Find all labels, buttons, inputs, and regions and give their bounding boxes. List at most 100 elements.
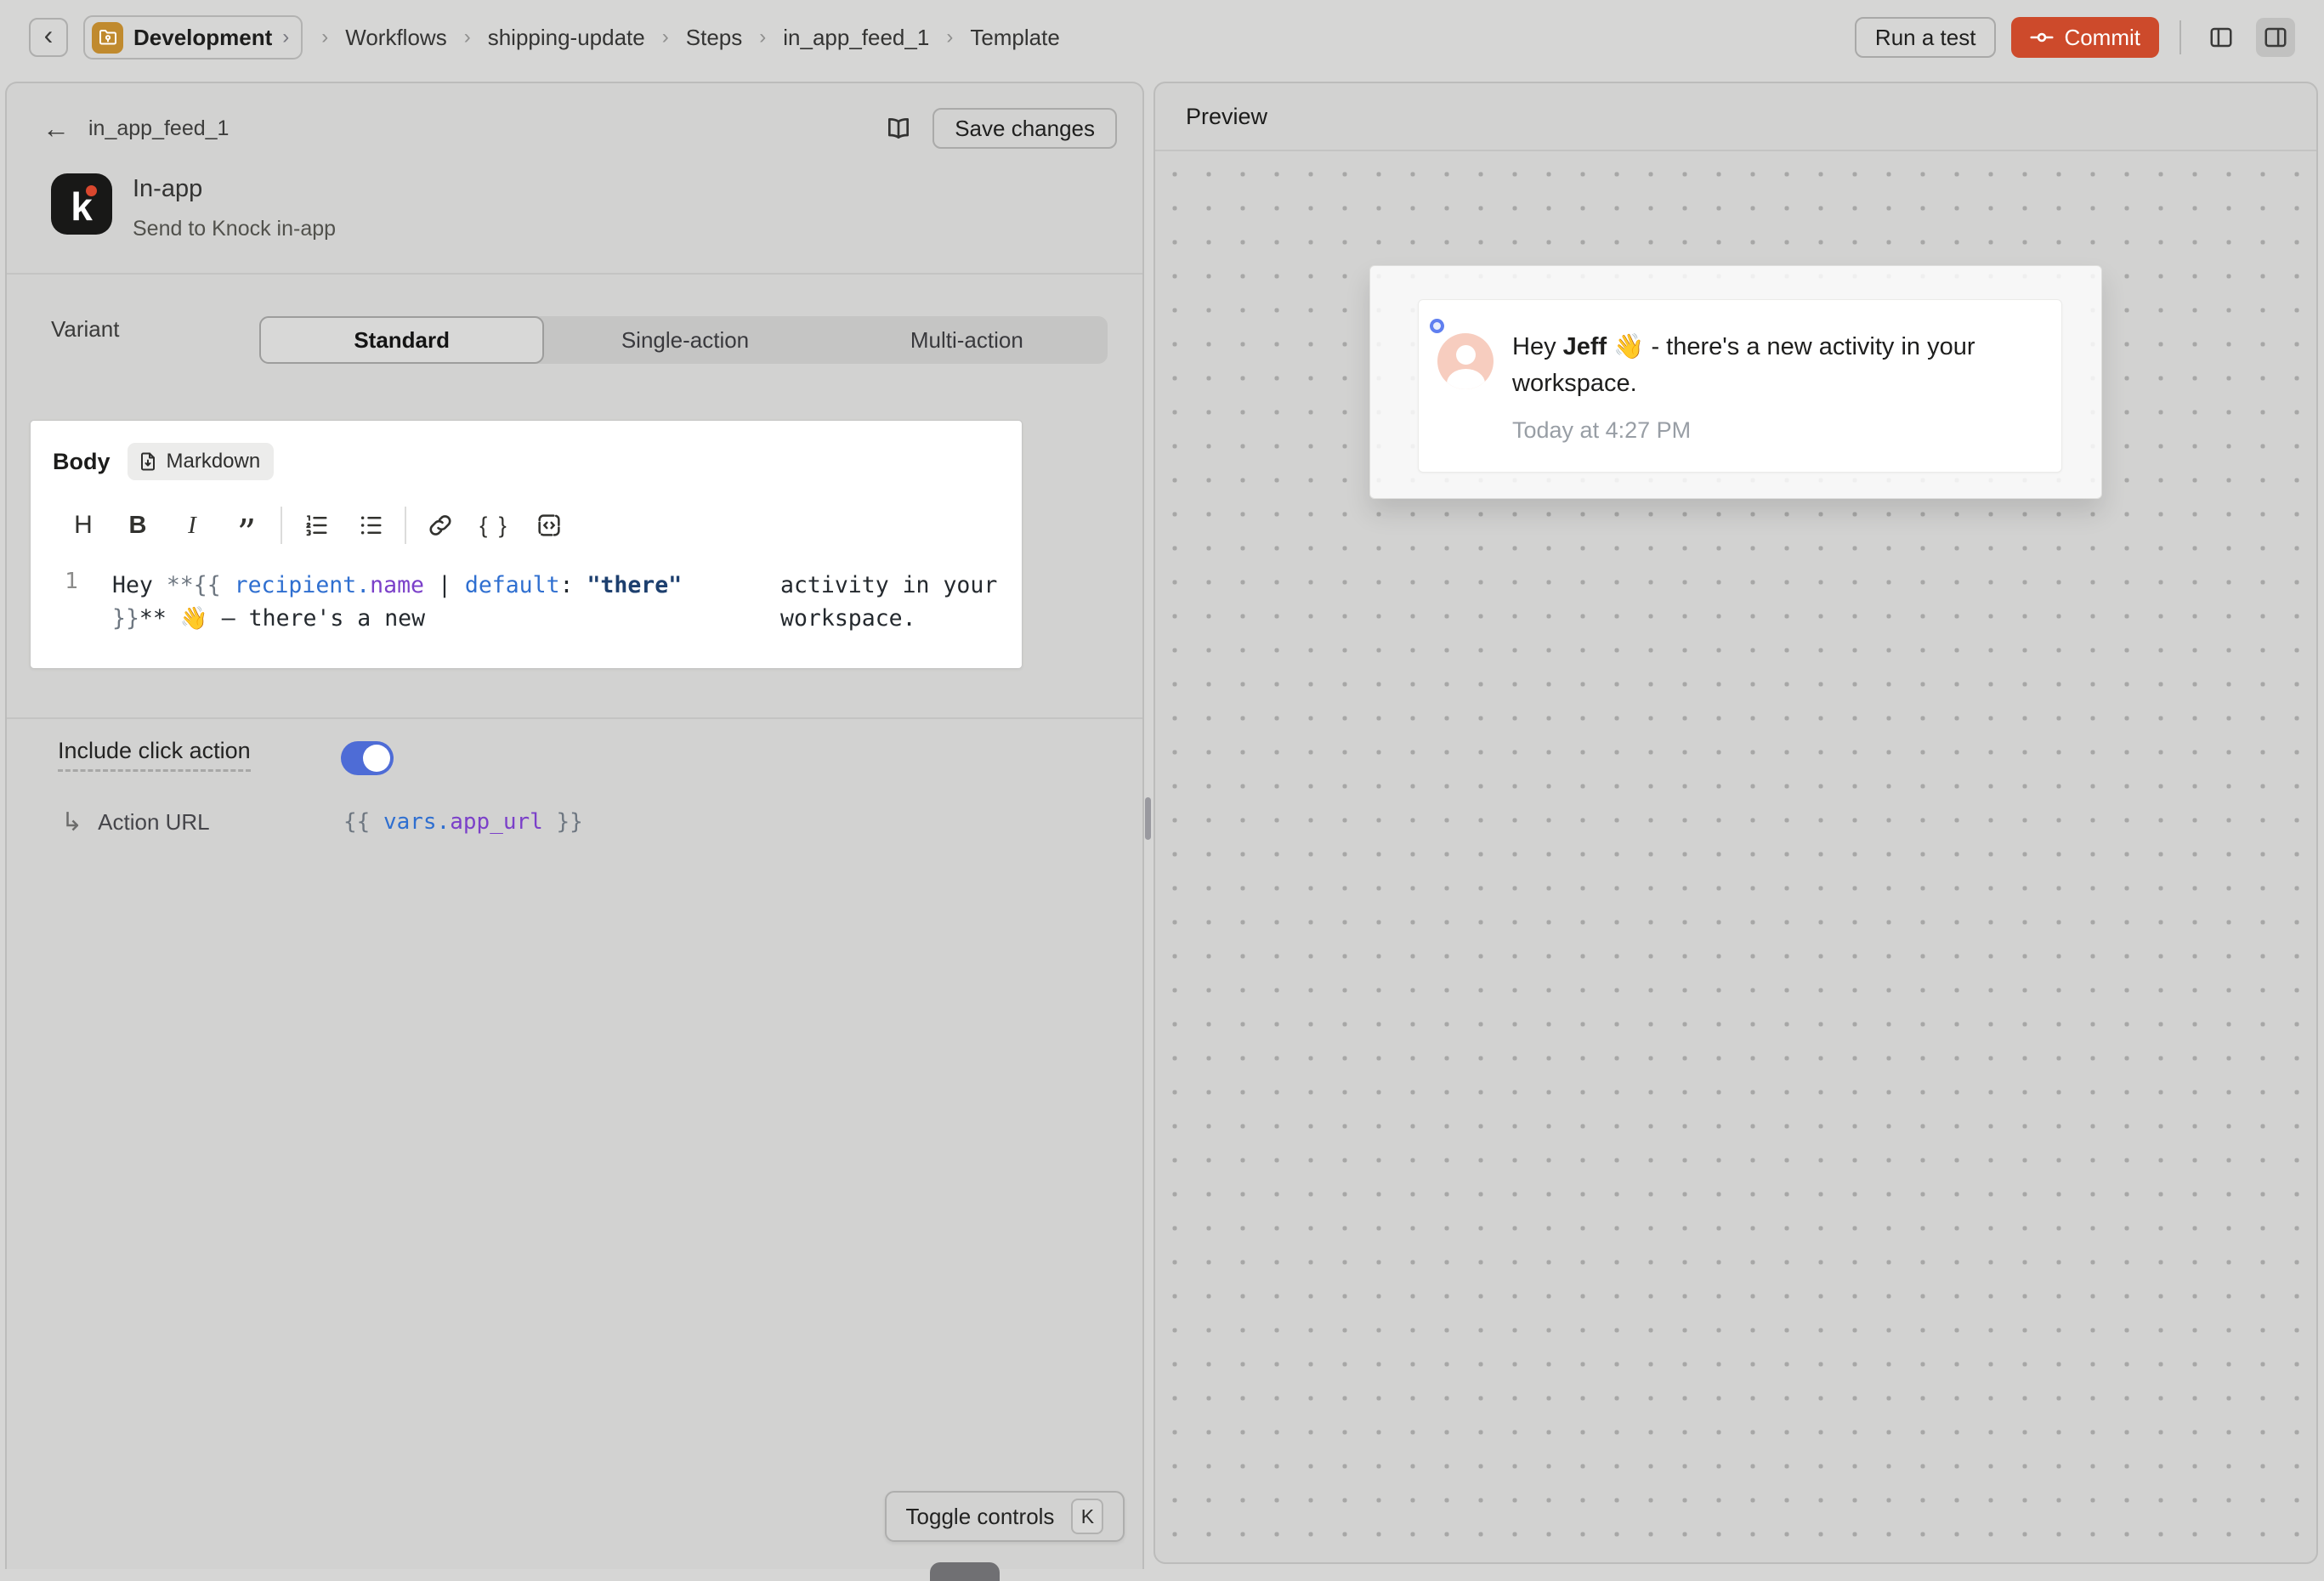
- section-divider: [7, 273, 1142, 275]
- avatar-person-icon: [1456, 345, 1476, 365]
- keyboard-shortcut-badge: K: [1071, 1499, 1103, 1534]
- toggle-knob: [363, 745, 390, 772]
- environment-chevron-icon: ›: [282, 26, 289, 49]
- notification-message: Hey Jeff 👋 - there's a new activity in y…: [1512, 329, 2022, 402]
- environment-switcher[interactable]: Development ›: [83, 15, 303, 60]
- git-commit-icon: [2030, 26, 2054, 49]
- file-arrow-down-icon: [138, 451, 158, 472]
- code-line: 1Hey **{{ recipient.name | default: "the…: [31, 569, 699, 635]
- body-editor-card: Body Markdown H B I ”: [30, 420, 1023, 669]
- preview-header: Preview: [1155, 83, 2316, 151]
- editor-back-arrow-icon[interactable]: ←: [43, 113, 77, 144]
- knock-logo-dot: [86, 185, 97, 196]
- action-url-value[interactable]: {{ vars.app_url }}: [343, 809, 583, 835]
- breadcrumb-separator: ›: [759, 26, 766, 49]
- breadcrumb-item-in_app_feed_1[interactable]: in_app_feed_1: [783, 25, 929, 51]
- code-token: {{: [343, 809, 383, 835]
- code-token: }}: [543, 809, 583, 835]
- bullet-list-icon[interactable]: [343, 513, 398, 538]
- variant-option-multi-action[interactable]: Multi-action: [826, 316, 1108, 364]
- italic-icon[interactable]: I: [165, 512, 219, 540]
- variant-label: Variant: [51, 316, 119, 343]
- blockquote-icon[interactable]: ”: [219, 508, 274, 542]
- breadcrumb-item-Template[interactable]: Template: [970, 25, 1060, 51]
- line-number: 1: [31, 569, 112, 635]
- code-line: activity in your workspace.: [699, 569, 1005, 635]
- breadcrumb-item-Workflows[interactable]: Workflows: [345, 25, 446, 51]
- code-token: vars.: [383, 809, 450, 835]
- variant-option-standard[interactable]: Standard: [259, 316, 544, 364]
- action-url-label: Action URL: [98, 809, 210, 836]
- body-code-editor[interactable]: 1Hey **{{ recipient.name | default: "the…: [31, 545, 1022, 635]
- docs-button[interactable]: [878, 108, 919, 149]
- preview-title: Preview: [1186, 104, 1267, 130]
- breadcrumb-item-shipping-update[interactable]: shipping-update: [488, 25, 645, 51]
- bold-icon[interactable]: B: [111, 512, 165, 540]
- code-token: **: [139, 605, 167, 632]
- commit-button[interactable]: Commit: [2011, 17, 2159, 58]
- panel-resize-handle[interactable]: [1145, 797, 1151, 840]
- breadcrumb-separator: ›: [946, 26, 953, 49]
- variant-option-single-action[interactable]: Single-action: [544, 316, 825, 364]
- run-a-test-button[interactable]: Run a test: [1855, 17, 1997, 58]
- save-changes-label: Save changes: [955, 116, 1095, 142]
- editor-header: ← in_app_feed_1 Save changes: [7, 83, 1142, 173]
- recipient-name: Jeff: [1563, 333, 1607, 360]
- notification-timestamp: Today at 4:27 PM: [1512, 417, 1691, 444]
- notification-card[interactable]: Hey Jeff 👋 - there's a new activity in y…: [1418, 299, 2062, 473]
- variable-braces-icon[interactable]: { }: [468, 513, 522, 539]
- breadcrumb-separator: ›: [464, 26, 471, 49]
- toggle-controls-label: Toggle controls: [906, 1504, 1055, 1530]
- bottom-toast-peek: [930, 1562, 1000, 1581]
- channel-subtitle: Send to Knock in-app: [133, 217, 336, 241]
- variant-row: Variant StandardSingle-actionMulti-actio…: [7, 316, 1142, 343]
- breadcrumb: ›Workflows›shipping-update›Steps›in_app_…: [321, 25, 1060, 51]
- line-number: [699, 569, 780, 635]
- include-click-action-label: Include click action: [58, 738, 251, 772]
- toolbar-divider: [281, 507, 282, 544]
- code-token: Hey: [112, 572, 167, 598]
- environment-folder-lock-icon: [92, 22, 123, 54]
- unread-indicator-dot: [1430, 319, 1444, 333]
- back-chevron-icon: ‹: [44, 20, 54, 51]
- preview-panel: Preview Hey Jeff 👋 - there's a new activ…: [1153, 82, 2318, 1564]
- toggle-controls-button[interactable]: Toggle controls K: [885, 1491, 1125, 1542]
- feed-popover: Hey Jeff 👋 - there's a new activity in y…: [1369, 265, 2102, 499]
- format-badge-label: Markdown: [167, 450, 261, 473]
- code-token: name: [370, 572, 424, 598]
- code-token: :: [560, 572, 587, 598]
- top-bar: ‹ Development › › Workflows › shipping-upda…: [0, 0, 2324, 75]
- format-badge[interactable]: Markdown: [128, 443, 275, 480]
- code-block-icon[interactable]: [522, 512, 576, 539]
- variant-segmented-control: StandardSingle-actionMulti-action: [259, 316, 1108, 364]
- editor-toolbar: H B I ”: [31, 480, 1022, 545]
- code-token: app_url: [450, 809, 543, 835]
- link-icon[interactable]: [413, 513, 468, 538]
- topbar-divider: [2179, 20, 2181, 54]
- avatar: [1437, 333, 1494, 389]
- code-token: **{{: [167, 572, 235, 598]
- include-click-action-toggle[interactable]: [341, 741, 394, 775]
- run-a-test-label: Run a test: [1875, 25, 1976, 51]
- panel-left-icon: [2208, 25, 2234, 50]
- section-divider: [7, 717, 1142, 719]
- action-url-row: ↳ Action URL {{ vars.app_url }}: [61, 808, 210, 837]
- save-changes-button[interactable]: Save changes: [932, 108, 1117, 149]
- panel-right-icon: [2263, 25, 2288, 50]
- step-name: in_app_feed_1: [88, 116, 229, 141]
- code-token: "there": [587, 572, 682, 598]
- click-action-row: Include click action: [58, 738, 251, 772]
- back-button[interactable]: ‹: [29, 18, 68, 57]
- channel-title: In-app: [133, 175, 336, 203]
- ordered-list-icon[interactable]: [289, 513, 343, 538]
- heading-icon[interactable]: H: [56, 511, 111, 540]
- message-text: Hey: [1512, 333, 1563, 360]
- code-token: |: [424, 572, 465, 598]
- code-token: default: [465, 572, 560, 598]
- channel-header: k In-app Send to Knock in-app: [7, 173, 1142, 241]
- toggle-left-panel-button[interactable]: [2202, 18, 2241, 57]
- toolbar-divider: [405, 507, 406, 544]
- breadcrumb-item-Steps[interactable]: Steps: [686, 25, 743, 51]
- environment-label: Development: [133, 25, 272, 51]
- toggle-right-panel-button[interactable]: [2256, 18, 2295, 57]
